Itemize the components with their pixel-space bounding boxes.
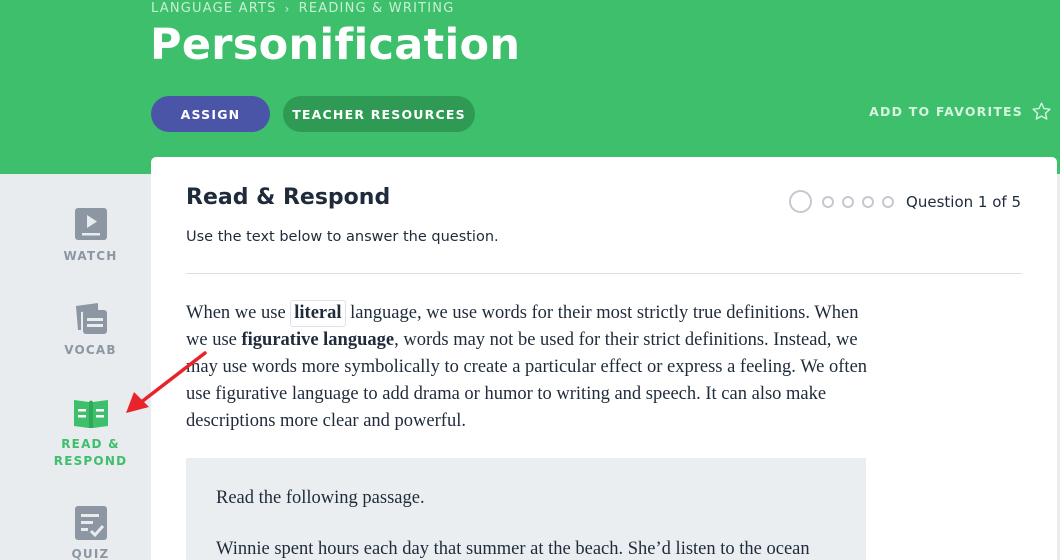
breadcrumb-language-arts[interactable]: LANGUAGE ARTS [151,1,277,16]
open-book-icon [73,400,108,428]
header-bar: LANGUAGE ARTS › READING & WRITING Person… [0,0,1060,174]
instructions-text: Use the text below to answer the questio… [186,229,499,245]
progress-dot-current[interactable] [789,190,813,213]
bold-term-figurative-language: figurative language [241,330,395,350]
checklist-icon [74,506,107,540]
divider [186,273,1022,274]
breadcrumb-separator: › [284,1,291,16]
progress-label: Question 1 of 5 [906,192,1021,211]
teacher-resources-button[interactable]: TEACHER RESOURCES [283,96,475,132]
star-icon [1032,102,1051,120]
vocab-cards-icon [75,303,107,334]
vocab-term-literal[interactable]: literal [290,300,346,327]
sidebar-item-label: READ & RESPOND [53,437,128,468]
reading-paragraph: When we use literal language, we use wor… [186,300,871,435]
progress-dot[interactable] [842,195,855,208]
sidebar-item-label: WATCH [63,249,118,263]
passage-box: Read the following passage. Winnie spent… [186,458,866,560]
paragraph-text: When we use [186,303,291,323]
sidebar-item-label: QUIZ [71,547,110,560]
main-content-card: Read & Respond Question 1 of 5 Use the t… [151,157,1057,560]
passage-intro: Read the following passage. [216,488,425,508]
breadcrumb-reading-writing[interactable]: READING & WRITING [299,1,455,16]
breadcrumb: LANGUAGE ARTS › READING & WRITING [151,1,455,16]
progress-dot[interactable] [882,195,895,208]
video-icon [74,208,107,240]
progress-dot[interactable] [822,195,835,208]
progress-dot[interactable] [862,195,875,208]
annotation-arrow [126,351,207,413]
question-progress: Question 1 of 5 [789,190,1021,213]
sidebar-item-label: VOCAB [64,343,117,357]
section-title: Read & Respond [186,185,391,210]
passage-text: Winnie spent hours each day that summer … [216,539,810,559]
page-title: Personification [150,20,521,70]
add-to-favorites-button[interactable]: ADD TO FAVORITES [869,101,1052,122]
assign-button[interactable]: ASSIGN [151,96,270,132]
add-to-favorites-label: ADD TO FAVORITES [869,104,1023,119]
